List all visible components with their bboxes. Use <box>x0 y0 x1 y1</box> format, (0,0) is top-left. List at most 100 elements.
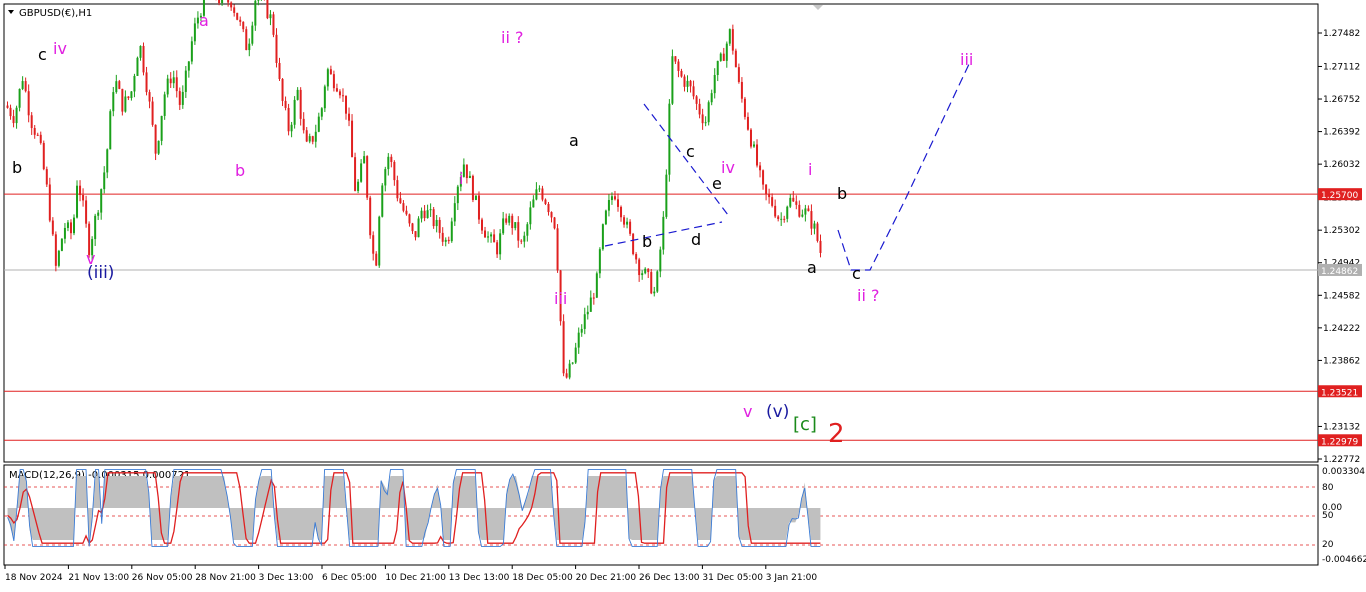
candle-body <box>701 114 704 124</box>
candle-body <box>33 128 36 135</box>
candle-body <box>341 95 344 97</box>
candle-body <box>426 210 429 219</box>
candle-body <box>810 211 813 229</box>
candle-body <box>326 69 329 87</box>
x-tick-label: 21 Nov 13:00 <box>68 573 129 583</box>
candle-body <box>354 157 357 191</box>
candle-body <box>54 234 57 266</box>
candle-body <box>351 120 354 158</box>
wave-label: a <box>807 258 817 277</box>
x-tick-label: 18 Nov 2024 <box>5 573 63 583</box>
candle-body <box>230 2 233 8</box>
scroll-marker-icon[interactable] <box>813 5 823 10</box>
price-tag-label: 1.25700 <box>1321 191 1358 201</box>
candle-body <box>384 169 387 186</box>
candle-body <box>154 124 157 154</box>
candle-body <box>626 221 629 225</box>
macd-y-tick-label: 80 <box>1322 483 1334 493</box>
wave-label: b <box>837 184 847 203</box>
candle-body <box>653 291 656 294</box>
candle-body <box>184 70 187 92</box>
candle-body <box>314 131 317 142</box>
candle-body <box>665 174 668 217</box>
price-tag-label: 1.24862 <box>1321 267 1358 277</box>
candle-body <box>30 115 33 129</box>
candle-body <box>27 91 30 116</box>
candle-body <box>48 184 51 221</box>
candle-body <box>429 209 432 211</box>
candle-body <box>499 233 502 255</box>
y-tick-label: 1.27482 <box>1323 29 1360 39</box>
candle-body <box>659 249 662 272</box>
candle-body <box>338 91 341 96</box>
candle-body <box>239 19 242 22</box>
candle-body <box>66 222 69 228</box>
x-tick-label: 26 Dec 13:00 <box>639 573 700 583</box>
candle-body <box>39 134 42 143</box>
candle-body <box>417 218 420 238</box>
wave-label: (v) <box>766 402 789 422</box>
candle-body <box>620 206 623 218</box>
candle-body <box>601 224 604 250</box>
price-chart[interactable]: GBPUSD(€),H1 MACD(12,26,9) -0.000315 0.0… <box>0 0 1366 588</box>
x-tick-label: 3 Jan 21:00 <box>766 573 818 583</box>
candle-body <box>299 89 302 119</box>
candle-body <box>592 297 595 299</box>
candle-body <box>399 198 402 204</box>
chart-window[interactable]: GBPUSD(€),H1 MACD(12,26,9) -0.000315 0.0… <box>0 0 1366 588</box>
wave-label: d <box>691 230 701 249</box>
candle-body <box>357 181 360 191</box>
candle-body <box>538 188 541 190</box>
candle-body <box>15 107 18 124</box>
candle-body <box>402 203 405 211</box>
symbol-dropdown-icon[interactable] <box>8 10 14 14</box>
candle-body <box>100 189 103 213</box>
candle-body <box>544 199 547 204</box>
candle-body <box>348 113 351 121</box>
candle-body <box>683 76 686 87</box>
wave-label: a <box>199 11 209 30</box>
candle-body <box>420 210 423 219</box>
candle-body <box>623 217 626 225</box>
candle-body <box>9 107 12 117</box>
candle-body <box>45 169 48 185</box>
candle-body <box>638 259 641 276</box>
price-tag-label: 1.23521 <box>1321 388 1358 398</box>
candle-body <box>710 93 713 103</box>
candle-body <box>335 88 338 92</box>
candle-body <box>221 0 224 4</box>
candle-body <box>97 212 100 216</box>
candle-body <box>160 115 163 141</box>
candle-body <box>783 218 786 220</box>
wave-label: v <box>743 402 752 421</box>
wave-label: [c] <box>793 414 817 435</box>
candle-body <box>632 233 635 255</box>
candle-body <box>759 165 762 171</box>
macd-y-tick-label: 50 <box>1322 511 1334 521</box>
candle-body <box>118 81 121 89</box>
candle-body <box>816 223 819 241</box>
x-tick-label: 3 Dec 13:00 <box>259 573 314 583</box>
x-tick-label: 10 Dec 21:00 <box>385 573 446 583</box>
candle-body <box>278 62 281 79</box>
candle-body <box>323 86 326 109</box>
macd-y-tick-label: -0.004662 <box>1322 555 1366 565</box>
candle-body <box>124 96 127 112</box>
candle-body <box>375 253 378 266</box>
candle-body <box>801 214 804 217</box>
candle-body <box>82 194 85 201</box>
x-tick-label: 6 Dec 05:00 <box>322 573 377 583</box>
wave-label: iii <box>554 289 567 308</box>
candle-body <box>94 215 97 240</box>
projected-wave-path[interactable] <box>837 61 971 271</box>
candle-body <box>57 250 60 266</box>
candle-body <box>290 124 293 132</box>
candle-body <box>148 92 151 102</box>
candle-body <box>130 91 133 99</box>
candle-body <box>656 271 659 292</box>
candle-body <box>487 236 490 238</box>
candle-body <box>740 81 743 99</box>
candle-body <box>571 362 574 364</box>
candle-body <box>293 99 296 125</box>
x-tick-label: 31 Dec 05:00 <box>702 573 763 583</box>
